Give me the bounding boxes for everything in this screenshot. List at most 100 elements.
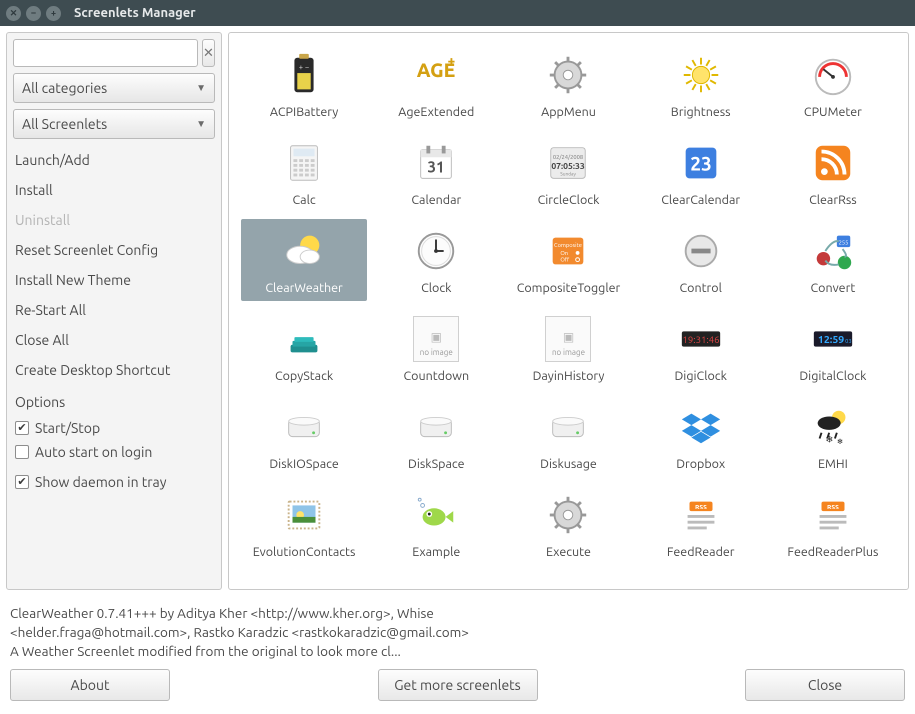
screenlet-item[interactable]: RSSFeedReaderPlus xyxy=(770,483,896,565)
sidebar-action[interactable]: Install New Theme xyxy=(13,265,215,295)
close-window-icon[interactable]: ✕ xyxy=(6,6,21,21)
screenlet-label: DigitalClock xyxy=(799,369,866,383)
screenlet-item[interactable]: 02/24/200807:05:33SundayCircleClock xyxy=(505,131,631,213)
close-button[interactable]: Close xyxy=(745,669,905,701)
chevron-down-icon: ▼ xyxy=(196,82,206,94)
chevron-down-icon: ▼ xyxy=(196,118,206,130)
drive-icon xyxy=(280,403,328,451)
screenlet-grid[interactable]: + −ACPIBatteryAGE+AgeExtended AppMenu Brig… xyxy=(228,32,909,590)
svg-text:+ −: + − xyxy=(299,63,309,71)
screenlet-item[interactable]: Dropbox xyxy=(638,395,764,477)
screenlet-label: DigiClock xyxy=(674,369,726,383)
checkbox-icon[interactable]: ✔ xyxy=(15,475,29,489)
sidebar: ✕ All categories ▼ All Screenlets ▼ Laun… xyxy=(6,32,222,590)
get-more-button[interactable]: Get more screenlets xyxy=(378,669,538,701)
screenlet-item[interactable]: 19:31:46 DigiClock xyxy=(638,307,764,389)
screenlet-item[interactable]: Calc xyxy=(241,131,367,213)
screenlet-item[interactable]: no image Countdown xyxy=(373,307,499,389)
svg-text:31: 31 xyxy=(428,159,445,176)
screenlet-label: Example xyxy=(412,545,460,559)
maximize-window-icon[interactable]: + xyxy=(46,6,61,21)
description-line: A Weather Screenlet modified from the or… xyxy=(10,642,905,661)
option-row[interactable]: ✔Show daemon in tray xyxy=(13,470,215,494)
screenlet-item[interactable]: Brightness xyxy=(638,43,764,125)
bottom-bar: About Get more screenlets Close xyxy=(0,661,915,711)
screenlet-item[interactable]: Example xyxy=(373,483,499,565)
svg-text:❄: ❄ xyxy=(825,433,833,444)
svg-text:03: 03 xyxy=(845,339,852,345)
screenlet-filter-label: All Screenlets xyxy=(22,116,107,132)
sidebar-action[interactable]: Reset Screenlet Config xyxy=(13,235,215,265)
cal23-icon: 23 xyxy=(677,139,725,187)
screenlet-item[interactable]: DiskSpace xyxy=(373,395,499,477)
screenlet-label: DiskSpace xyxy=(408,457,465,471)
screenlet-item[interactable]: Clock xyxy=(373,219,499,301)
clear-search-button[interactable]: ✕ xyxy=(202,39,215,67)
screenlet-item[interactable]: RSS FeedReader xyxy=(638,483,764,565)
screenlet-item[interactable]: CompositeOnOffCompositeToggler xyxy=(505,219,631,301)
screenlet-item[interactable]: Control xyxy=(638,219,764,301)
sidebar-action[interactable]: Close All xyxy=(13,325,215,355)
drive-icon xyxy=(412,403,460,451)
svg-text:19:31:46: 19:31:46 xyxy=(682,334,719,345)
drive-icon xyxy=(544,403,592,451)
minimize-window-icon[interactable]: – xyxy=(26,6,41,21)
screenlet-label: Dropbox xyxy=(676,457,725,471)
screenlet-item[interactable]: 23ClearCalendar xyxy=(638,131,764,213)
screenlet-item[interactable]: 12:5903DigitalClock xyxy=(770,307,896,389)
screenlet-item[interactable]: EvolutionContacts xyxy=(241,483,367,565)
screenlet-label: Countdown xyxy=(404,369,470,383)
screenlet-item[interactable]: DiskIOSpace xyxy=(241,395,367,477)
screenlet-label: Control xyxy=(680,281,722,295)
weather-icon xyxy=(280,227,328,275)
screenlet-item[interactable]: CopyStack xyxy=(241,307,367,389)
screenlet-item[interactable]: 31Calendar xyxy=(373,131,499,213)
category-combo-label: All categories xyxy=(22,80,107,96)
screenlet-item[interactable]: AGE+AgeExtended xyxy=(373,43,499,125)
nodo-icon xyxy=(677,227,725,275)
screenlet-item[interactable]: no imageDayinHistory xyxy=(505,307,631,389)
checkbox-icon[interactable]: ✔ xyxy=(15,421,29,435)
noimage-icon: no image xyxy=(412,315,460,363)
screenlet-item[interactable]: ClearWeather xyxy=(241,219,367,301)
sidebar-action[interactable]: Launch/Add xyxy=(13,145,215,175)
svg-text:❄: ❄ xyxy=(837,438,843,446)
screenlet-label: Calc xyxy=(292,193,315,207)
screenlet-label: AgeExtended xyxy=(398,105,474,119)
sidebar-action[interactable]: Create Desktop Shortcut xyxy=(13,355,215,385)
checkbox-icon[interactable] xyxy=(15,445,29,459)
screenlet-item[interactable]: Diskusage xyxy=(505,395,631,477)
svg-text:On: On xyxy=(561,251,569,257)
screenlet-item[interactable]: ❄❄EMHI xyxy=(770,395,896,477)
description-line: ClearWeather 0.7.41+++ by Aditya Kher <h… xyxy=(10,604,905,623)
sidebar-action[interactable]: Re-Start All xyxy=(13,295,215,325)
screenlet-label: FeedReader xyxy=(667,545,735,559)
rss-icon xyxy=(809,139,857,187)
option-row[interactable]: Auto start on login xyxy=(13,440,215,464)
screenlet-filter-combo[interactable]: All Screenlets ▼ xyxy=(13,109,215,139)
feedreader-icon: RSS xyxy=(809,491,857,539)
svg-text:07:05:33: 07:05:33 xyxy=(552,161,586,171)
dropbox-icon xyxy=(677,403,725,451)
feedreader-icon: RSS xyxy=(677,491,725,539)
option-row[interactable]: ✔Start/Stop xyxy=(13,416,215,440)
about-button[interactable]: About xyxy=(10,669,170,701)
screenlet-item[interactable]: 255Convert xyxy=(770,219,896,301)
screenlet-item[interactable]: Execute xyxy=(505,483,631,565)
gear-icon xyxy=(544,491,592,539)
svg-text:23: 23 xyxy=(690,153,712,175)
screenlet-item[interactable]: AppMenu xyxy=(505,43,631,125)
screenlet-item[interactable]: + −ACPIBattery xyxy=(241,43,367,125)
category-combo[interactable]: All categories ▼ xyxy=(13,73,215,103)
screenlet-label: AppMenu xyxy=(541,105,596,119)
circleclock-icon: 02/24/200807:05:33Sunday xyxy=(544,139,592,187)
screenlet-item[interactable]: CPUMeter xyxy=(770,43,896,125)
screenlet-item[interactable]: ClearRss xyxy=(770,131,896,213)
screenlet-label: EvolutionContacts xyxy=(253,545,356,559)
svg-text:RSS: RSS xyxy=(827,504,839,511)
search-input[interactable] xyxy=(13,39,198,67)
convert-icon: 255 xyxy=(809,227,857,275)
screenlet-label: Brightness xyxy=(671,105,731,119)
sidebar-action[interactable]: Install xyxy=(13,175,215,205)
sun-icon xyxy=(677,51,725,99)
